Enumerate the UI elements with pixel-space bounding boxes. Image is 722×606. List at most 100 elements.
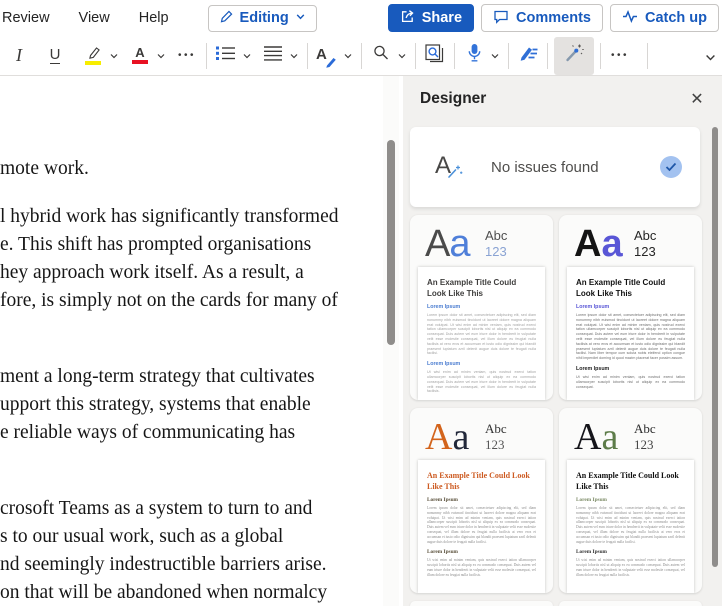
bullet-list-dropdown[interactable] — [239, 40, 254, 72]
bullet-list-icon — [216, 45, 236, 66]
preview-body: Ut wisi enim ad minim veniam, quis nostr… — [576, 375, 685, 389]
chevron-down-icon — [295, 10, 306, 26]
toolbar-divider — [206, 43, 207, 69]
pages-search-icon — [425, 44, 446, 68]
collapse-ribbon-button[interactable] — [703, 41, 718, 73]
highlight-color-button[interactable] — [80, 40, 106, 72]
close-panel-button[interactable]: ✕ — [685, 87, 709, 111]
preview-title: An Example Title Could Look Like This — [576, 471, 680, 492]
design-card-6-partial[interactable] — [559, 601, 702, 606]
menu-review[interactable]: Review — [2, 10, 50, 26]
formatting-toolbar: I U A ••• — [0, 36, 722, 76]
preview-subheading: Lorem Ipsum — [576, 366, 685, 372]
menu-view[interactable]: View — [79, 10, 110, 26]
toolbar-divider — [415, 43, 416, 69]
menu-bar: Review View Help Editing Share — [0, 0, 722, 36]
font-color-button[interactable]: A — [127, 40, 153, 72]
line-spacing-icon — [264, 45, 282, 66]
preview-title: An Example Title Could Look Like This — [427, 278, 531, 299]
designer-panel: Designer ✕ A No issues found — [403, 76, 722, 606]
status-text: No issues found — [491, 159, 660, 176]
document-canvas[interactable]: mote work. l hybrid work has significant… — [0, 76, 383, 606]
design-card-1[interactable]: Aa Abc 123 An Example Title Could Look L… — [410, 215, 553, 400]
check-circle-icon — [660, 156, 682, 178]
magic-wand-icon — [564, 43, 584, 68]
menu-help[interactable]: Help — [139, 10, 169, 26]
ellipsis-icon: ••• — [178, 50, 196, 61]
design-card-3[interactable]: Aa Abc 123 An Example Title Could Look L… — [410, 408, 553, 593]
document-scrollbar-track[interactable] — [383, 76, 399, 606]
editing-mode-dropdown[interactable]: Editing — [208, 5, 317, 32]
dictate-dropdown[interactable] — [487, 40, 502, 72]
toolbar-divider — [307, 43, 308, 69]
editing-label: Editing — [240, 10, 289, 26]
styles-button[interactable]: A — [314, 40, 340, 72]
design-check-icon: A — [435, 152, 465, 182]
catch-up-button[interactable]: Catch up — [610, 4, 719, 32]
navigation-pane-button[interactable] — [422, 40, 448, 72]
more-font-options-button[interactable]: ••• — [174, 40, 200, 72]
italic-button[interactable]: I — [6, 40, 32, 72]
highlighter-icon — [84, 46, 102, 65]
panel-scrollbar-thumb[interactable] — [712, 127, 718, 567]
close-icon: ✕ — [690, 89, 703, 109]
doc-paragraph: ment a long-term strategy that cultivate… — [0, 363, 383, 447]
design-card-4[interactable]: Aa Abc 123 An Example Title Could Look L… — [559, 408, 702, 593]
design-preview-page: An Example Title Could Look Like This Lo… — [567, 267, 694, 400]
share-label: Share — [422, 10, 462, 26]
catchup-label: Catch up — [645, 10, 707, 26]
doc-paragraph: mote work. — [0, 155, 383, 183]
search-button[interactable] — [368, 40, 394, 72]
preview-subheading: Lorem Ipsum — [427, 497, 536, 503]
editor-button[interactable] — [515, 40, 541, 72]
toolbar-divider — [647, 43, 648, 69]
dictate-button[interactable] — [461, 40, 487, 72]
styles-icon: A — [316, 46, 338, 66]
preview-body: Ut wisi enim ad minim veniam, quis nostr… — [427, 558, 536, 577]
design-card-2[interactable]: Aa Abc 123 An Example Title Could Look L… — [559, 215, 702, 400]
font-preview-aa: Aa — [425, 220, 470, 268]
content-area: mote work. l hybrid work has significant… — [0, 76, 722, 606]
comments-button[interactable]: Comments — [481, 4, 603, 32]
preview-body: Ut wisi enim ad minim veniam, quis nostr… — [576, 558, 685, 577]
font-preview-aa: Aa — [425, 413, 469, 461]
styles-dropdown[interactable] — [340, 40, 355, 72]
design-preview-page: An Example Title Could Look Like This Lo… — [567, 460, 694, 593]
activity-pulse-icon — [622, 10, 638, 27]
underline-icon: U — [50, 47, 61, 64]
font-preview-aa: Aa — [574, 413, 618, 461]
toolbar-divider — [600, 43, 601, 69]
preview-title: An Example Title Could Look Like This — [427, 471, 531, 492]
more-toolbar-options-button[interactable]: ••• — [607, 40, 633, 72]
toolbar-divider — [454, 43, 455, 69]
panel-title: Designer — [420, 90, 486, 108]
bullet-list-button[interactable] — [213, 40, 239, 72]
preview-subheading: Lorem Ipsum — [427, 304, 536, 310]
comment-icon — [493, 9, 509, 28]
toolbar-divider — [547, 43, 548, 69]
share-icon — [400, 9, 415, 28]
line-spacing-button[interactable] — [260, 40, 286, 72]
font-preview-abc: Abc 123 — [634, 421, 656, 453]
share-button[interactable]: Share — [388, 4, 474, 32]
design-preview-page: An Example Title Could Look Like This Lo… — [418, 460, 545, 593]
search-dropdown[interactable] — [394, 40, 409, 72]
designer-button[interactable] — [554, 37, 594, 75]
preview-body: Lorem ipsum dolor sit amet, consectetuer… — [576, 506, 685, 544]
design-card-5-partial[interactable] — [410, 601, 553, 606]
menubar-actions: Share Comments Catch up — [388, 4, 719, 32]
document-scrollbar-thumb[interactable] — [387, 140, 395, 345]
design-preview-page: An Example Title Could Look Like This Lo… — [418, 267, 545, 400]
font-preview-aa: Aa — [574, 220, 623, 268]
toolbar-divider — [508, 43, 509, 69]
highlight-color-dropdown[interactable] — [106, 40, 121, 72]
line-spacing-dropdown[interactable] — [286, 40, 301, 72]
ellipsis-icon: ••• — [611, 50, 629, 61]
font-color-icon: A — [132, 47, 148, 64]
document-text: mote work. l hybrid work has significant… — [0, 76, 383, 606]
underline-button[interactable]: U — [42, 40, 68, 72]
preview-body: Lorem ipsum dolor sit amet, consectetuer… — [576, 313, 685, 361]
word-web-app: Review View Help Editing Share — [0, 0, 722, 606]
font-preview-abc: Abc 123 — [634, 228, 656, 260]
font-color-dropdown[interactable] — [153, 40, 168, 72]
